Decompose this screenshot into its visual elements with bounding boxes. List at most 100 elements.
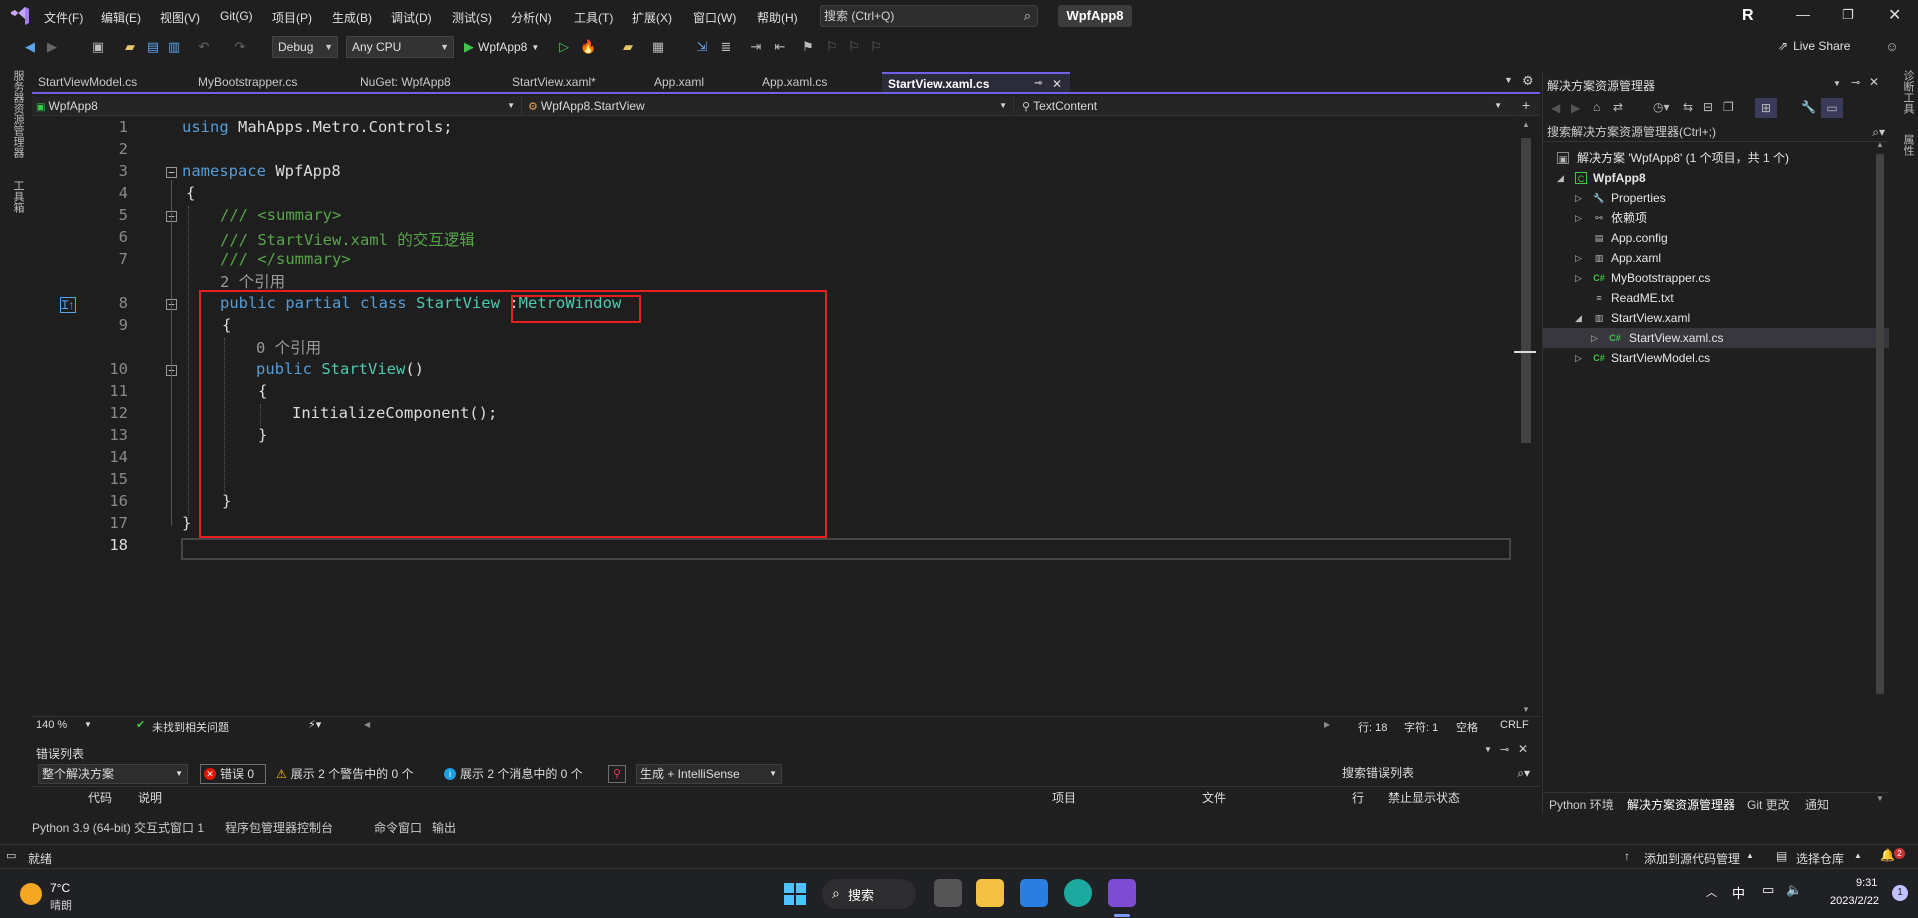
close-window-icon[interactable]: ✕ (1888, 5, 1901, 25)
config-combo[interactable]: Debug ▼ (272, 36, 338, 58)
tab-git-changes[interactable]: Git 更改 (1747, 796, 1790, 813)
step-icon[interactable]: ⇲ (694, 39, 710, 55)
chevron-down-icon[interactable]: ▼ (1484, 745, 1492, 754)
tree-project[interactable]: ◢ C WpfApp8 (1553, 168, 1646, 188)
expand-icon[interactable]: ▷ (1575, 268, 1582, 288)
member-dropdown[interactable]: ⚲ TextContent ▼ (1022, 96, 1508, 116)
wrench-icon[interactable]: 🔧 (1801, 100, 1816, 114)
expand-icon[interactable]: ▷ (1591, 328, 1598, 348)
menu-analyze[interactable]: 分析(N) (511, 9, 552, 26)
line-ending[interactable]: CRLF (1500, 719, 1529, 731)
project-dropdown[interactable]: ▣ WpfApp8 ▼ (36, 96, 522, 116)
solution-explorer-scrollbar[interactable]: ▲ ▼ (1873, 140, 1887, 860)
clock-date[interactable]: 2023/2/22 (1830, 895, 1879, 907)
editor-scroll-thumb[interactable] (1521, 138, 1531, 443)
pin-icon[interactable]: ⊸ (1851, 76, 1860, 89)
tab-solution-explorer[interactable]: 解决方案资源管理器 (1627, 796, 1735, 813)
scroll-up-icon[interactable]: ▲ (1876, 140, 1884, 149)
select-repository-button[interactable]: 选择仓库 (1796, 850, 1844, 867)
start-without-debug-icon[interactable]: ▷ (556, 39, 572, 55)
expand-icon[interactable]: ▷ (1575, 348, 1582, 368)
preview-icon[interactable]: ⊞ (1755, 98, 1777, 118)
column-suppression[interactable]: 禁止显示状态 (1388, 789, 1460, 806)
menu-project[interactable]: 项目(P) (272, 9, 312, 26)
layout-icon[interactable]: ▦ (650, 39, 666, 55)
scroll-up-icon[interactable]: ▲ (1522, 120, 1530, 129)
clock-time[interactable]: 9:31 (1856, 877, 1877, 889)
build-filter-combo[interactable]: 生成 + IntelliSense ▼ (636, 764, 782, 784)
type-dropdown[interactable]: ⚙ WpfApp8.StartView ▼ (528, 96, 1014, 116)
back-icon[interactable]: ◀ (1551, 101, 1560, 115)
indent-mode[interactable]: 空格 (1456, 719, 1478, 735)
settings-gear-icon[interactable]: ⚙ (1522, 73, 1534, 89)
collapse-all-icon[interactable]: ⊟ (1703, 100, 1713, 114)
column-description[interactable]: 说明 (138, 789, 162, 806)
ime-indicator[interactable]: 中 (1732, 883, 1745, 902)
column-code[interactable]: 代码 (88, 789, 112, 806)
zoom-level[interactable]: 140 % (36, 719, 67, 731)
tab-app-xaml[interactable]: App.xaml (648, 72, 748, 92)
new-project-icon[interactable]: ▣ (90, 39, 106, 55)
visual-studio-taskbar-icon[interactable] (1108, 879, 1136, 907)
show-all-files-icon[interactable]: ❐ (1723, 100, 1734, 114)
tab-mybootstrapper-cs[interactable]: MyBootstrapper.cs (192, 72, 342, 92)
tab-python-interactive[interactable]: Python 3.9 (64-bit) 交互式窗口 1 (32, 819, 204, 836)
expand-icon[interactable]: ▷ (1575, 208, 1582, 228)
properties-icon[interactable]: ▭ (1821, 98, 1843, 118)
format-icon[interactable]: ≣ (718, 39, 734, 55)
volume-icon[interactable]: 🔈 (1786, 882, 1802, 898)
back-icon[interactable]: ◀ (22, 39, 38, 55)
tab-startview-xaml-cs[interactable]: StartView.xaml.cs ⊸ ✕ (882, 72, 1070, 92)
sync-icon[interactable]: ⇆ (1683, 100, 1693, 114)
hscroll-left-icon[interactable]: ◀ (364, 720, 370, 729)
hot-reload-icon[interactable]: 🔥 (580, 39, 596, 55)
taskbar-search-button[interactable]: ⌕ 搜索 (822, 879, 916, 909)
save-all-icon[interactable]: ▥ (166, 39, 182, 55)
messages-filter-button[interactable]: i 展示 2 个消息中的 0 个 (444, 764, 583, 784)
tree-item-readme[interactable]: ≡ ReadME.txt (1553, 288, 1673, 308)
microsoft-store-icon[interactable] (1020, 879, 1048, 907)
live-share-button[interactable]: ⇗ Live Share (1778, 39, 1850, 53)
cursor-char[interactable]: 字符: 1 (1404, 719, 1438, 735)
server-explorer-tab[interactable]: 服务器资源管理器 (10, 70, 26, 158)
tab-startview-xaml[interactable]: StartView.xaml* (506, 72, 636, 92)
split-editor-icon[interactable]: + (1522, 97, 1530, 113)
expand-icon[interactable]: ▷ (1575, 248, 1582, 268)
switch-views-icon[interactable]: ⇄ (1613, 100, 1623, 114)
menu-test[interactable]: 测试(S) (452, 9, 492, 26)
windows-start-icon[interactable] (784, 883, 806, 905)
expand-icon[interactable]: ▷ (1575, 188, 1582, 208)
close-panel-icon[interactable]: ✕ (1518, 742, 1528, 756)
tree-item-properties[interactable]: ▷ 🔧 Properties (1553, 188, 1666, 208)
menu-debug[interactable]: 调试(D) (391, 9, 432, 26)
undo-icon[interactable]: ↶ (196, 39, 212, 55)
save-icon[interactable]: ▤ (145, 39, 161, 55)
menu-tools[interactable]: 工具(T) (574, 9, 613, 26)
global-search-input[interactable]: 搜索 (Ctrl+Q) ⌕ (820, 5, 1038, 27)
network-icon[interactable]: ▭ (1762, 882, 1774, 898)
tab-package-manager-console[interactable]: 程序包管理器控制台 (225, 819, 333, 836)
restore-icon[interactable]: ❐ (1842, 7, 1854, 23)
collapse-icon[interactable]: ◢ (1557, 168, 1564, 188)
tab-notifications[interactable]: 通知 (1805, 796, 1829, 813)
menu-help[interactable]: 帮助(H) (757, 9, 798, 26)
chevron-down-icon[interactable]: ▼ (1833, 79, 1841, 88)
tree-item-app-config[interactable]: ▤ App.config (1553, 228, 1668, 248)
add-to-source-control-button[interactable]: 添加到源代码管理 (1644, 850, 1740, 867)
weather-sun-icon[interactable] (20, 883, 42, 905)
tree-item-startview-xaml-cs[interactable]: ▷ C# StartView.xaml.cs (1543, 328, 1889, 348)
tree-item-mybootstrapper-cs[interactable]: ▷ C# MyBootstrapper.cs (1553, 268, 1710, 288)
close-tab-icon[interactable]: ✕ (1052, 74, 1062, 94)
tray-chevron-up-icon[interactable]: ︿ (1706, 884, 1717, 900)
menu-git[interactable]: Git(G) (220, 9, 253, 23)
solution-search-input[interactable]: 搜索解决方案资源管理器(Ctrl+;) ⌕▾ (1543, 122, 1889, 142)
edge-browser-icon[interactable] (1064, 879, 1092, 907)
tree-item-app-xaml[interactable]: ▷ ▥ App.xaml (1553, 248, 1661, 268)
warnings-filter-button[interactable]: ⚠ 展示 2 个警告中的 0 个 (276, 764, 413, 784)
vs-logo-icon[interactable] (10, 7, 30, 25)
home-icon[interactable]: ⌂ (1593, 100, 1600, 114)
notifications-bell-icon[interactable]: 🔔 (1880, 848, 1895, 862)
cursor-line[interactable]: 行: 18 (1358, 719, 1387, 735)
forward-icon[interactable]: ▶ (1571, 101, 1580, 115)
bookmark-next-icon[interactable]: ⚐ (846, 39, 862, 55)
